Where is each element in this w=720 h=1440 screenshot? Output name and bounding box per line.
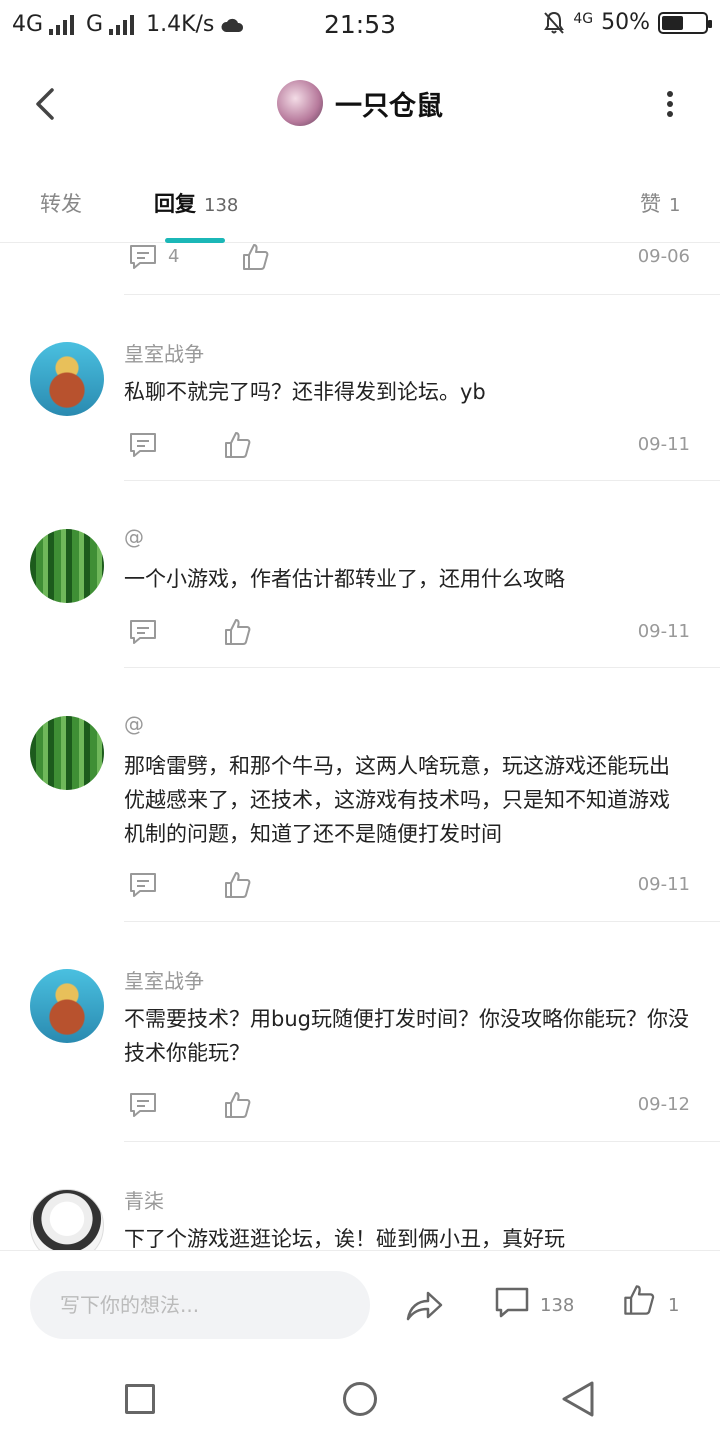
tab-bar: 转发 回复 138 赞1 <box>0 170 720 243</box>
like-icon[interactable] <box>240 244 270 272</box>
reply-text: 那啥雷劈，和那个牛马，这两人啥玩意，玩这游戏还能玩出优越感来了，还技术，这游戏有… <box>124 754 670 846</box>
status-right: 4G 50% <box>543 10 712 35</box>
battery-percent: 50% <box>601 10 650 35</box>
comment-icon[interactable] <box>128 430 158 460</box>
tab-replies[interactable]: 回复 138 <box>154 188 238 218</box>
like-icon[interactable] <box>222 870 252 900</box>
partial-item-actions: 4 09-06 <box>124 244 690 284</box>
avatar[interactable] <box>30 969 104 1043</box>
tab-label: 转发 <box>40 192 82 216</box>
like-icon[interactable] <box>222 617 252 647</box>
reply-date: 09-12 <box>637 1094 690 1115</box>
reply-date: 09-11 <box>637 434 690 455</box>
reply-text: 一个小游戏，作者估计都转业了，还用什么攻略 <box>124 567 565 591</box>
more-menu-button[interactable] <box>660 84 680 124</box>
divider <box>124 921 720 922</box>
reply-actions: 09-11 <box>124 870 690 910</box>
more-dot-icon <box>667 111 673 117</box>
reply-author[interactable]: 皇室战争 <box>124 338 204 367</box>
tab-repost[interactable]: 转发 <box>40 188 82 218</box>
reply-text: 下了个游戏逛逛论坛，诶！碰到俩小丑，真好玩 <box>124 1227 565 1250</box>
reply-date: 09-11 <box>637 621 690 642</box>
reply-author[interactable]: 青柒 <box>124 1185 164 1214</box>
avatar[interactable] <box>30 1189 104 1250</box>
divider <box>124 1141 720 1142</box>
comment-icon[interactable] <box>128 617 158 647</box>
active-tab-indicator <box>165 238 225 243</box>
comment-input[interactable]: 写下你的想法... <box>30 1271 370 1339</box>
reply-date: 09-11 <box>637 874 690 895</box>
more-dot-icon <box>667 91 673 97</box>
network-label-4g-right: 4G <box>573 10 594 27</box>
page-title: 一只仓鼠 <box>335 90 443 122</box>
tab-label: 回复 <box>154 192 196 216</box>
comment-icon[interactable] <box>128 244 158 272</box>
nav-back-button[interactable] <box>560 1380 596 1418</box>
share-icon[interactable] <box>404 1285 444 1325</box>
battery-icon <box>658 11 712 34</box>
reply-text: 私聊不就完了吗？还非得发到论坛。yb <box>124 380 486 404</box>
like-count: 1 <box>668 1295 680 1316</box>
avatar[interactable] <box>30 716 104 790</box>
reply-author[interactable]: @ <box>124 525 144 549</box>
tab-likes[interactable]: 赞1 <box>640 188 680 218</box>
tab-count: 1 <box>669 195 681 216</box>
bottom-action-bar: 写下你的想法... 138 1 <box>0 1250 720 1360</box>
like-icon[interactable] <box>222 1090 252 1120</box>
divider <box>124 480 720 481</box>
mute-bell-icon <box>544 11 565 34</box>
comment-count: 4 <box>168 246 180 267</box>
header-avatar[interactable] <box>277 80 323 126</box>
header: 一只仓鼠 <box>0 62 720 148</box>
comment-icon[interactable] <box>494 1285 530 1321</box>
recents-button[interactable] <box>125 1384 155 1414</box>
comment-icon[interactable] <box>128 1090 158 1120</box>
avatar[interactable] <box>30 342 104 416</box>
system-nav-bar <box>0 1360 720 1440</box>
reply-actions: 09-12 <box>124 1090 690 1130</box>
home-button[interactable] <box>343 1382 377 1416</box>
header-user[interactable]: 一只仓鼠 <box>0 80 720 126</box>
tab-count: 138 <box>204 195 239 216</box>
reply-actions: 09-11 <box>124 617 690 657</box>
like-icon[interactable] <box>222 430 252 460</box>
divider <box>124 294 720 295</box>
reply-text: 不需要技术？用bug玩随便打发时间？你没攻略你能玩？你没技术你能玩？ <box>124 1007 689 1065</box>
comment-icon[interactable] <box>128 870 158 900</box>
reply-author[interactable]: @ <box>124 712 144 736</box>
comment-count: 138 <box>540 1295 575 1316</box>
divider <box>124 667 720 668</box>
avatar[interactable] <box>30 529 104 603</box>
reply-date: 09-06 <box>637 246 690 267</box>
reply-list[interactable]: 4 09-06 皇室战争 私聊不就完了吗？还非得发到论坛。yb 09-11 @ … <box>0 244 720 1250</box>
like-icon[interactable] <box>622 1283 656 1317</box>
reply-actions: 09-11 <box>124 430 690 470</box>
tab-label: 赞 <box>640 192 661 216</box>
more-dot-icon <box>667 101 673 107</box>
status-bar: 4G G 1.4K/s 21:53 4G 50% <box>0 0 720 52</box>
reply-author[interactable]: 皇室战争 <box>124 965 204 994</box>
